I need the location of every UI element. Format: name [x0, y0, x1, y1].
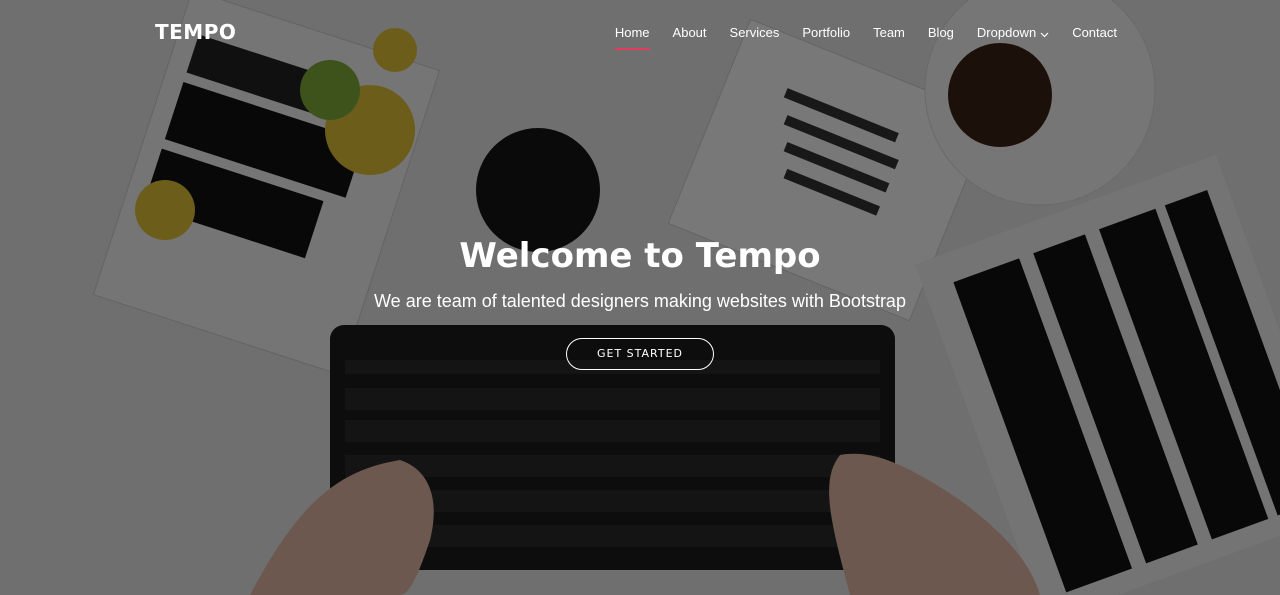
site-header: TEMPO Home About Services Portfolio Team…: [0, 0, 1280, 68]
get-started-button[interactable]: GET STARTED: [565, 338, 715, 370]
nav-item-home[interactable]: Home: [614, 25, 650, 51]
nav-item-contact[interactable]: Contact: [1072, 25, 1117, 41]
site-logo[interactable]: TEMPO: [155, 20, 236, 44]
hero-subtitle: We are team of talented designers making…: [374, 291, 906, 311]
hero-title: Welcome to Tempo: [459, 236, 821, 276]
main-nav: Home About Services Portfolio Team Blog …: [592, 25, 1117, 51]
hero-content: Welcome to Tempo We are team of talented…: [0, 230, 1280, 370]
nav-item-blog[interactable]: Blog: [928, 25, 954, 41]
hero-section: TEMPO Home About Services Portfolio Team…: [0, 0, 1280, 595]
nav-item-portfolio[interactable]: Portfolio: [802, 25, 850, 41]
nav-item-team[interactable]: Team: [873, 25, 905, 41]
nav-item-dropdown[interactable]: Dropdown: [977, 25, 1049, 41]
nav-item-about[interactable]: About: [673, 25, 707, 41]
chevron-down-icon: [1040, 26, 1049, 41]
nav-item-services[interactable]: Services: [730, 25, 780, 41]
nav-item-dropdown-label: Dropdown: [976, 25, 1037, 40]
